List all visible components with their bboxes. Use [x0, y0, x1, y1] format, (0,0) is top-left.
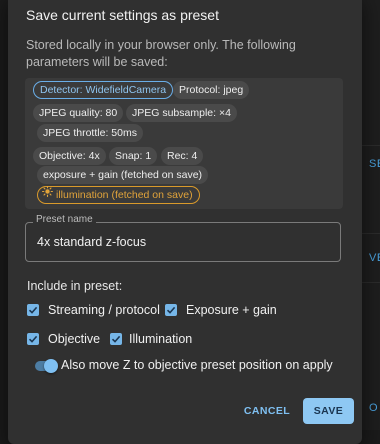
checkbox-exposure-label[interactable]: Exposure + gain: [186, 303, 277, 317]
checkbox-illumination-label[interactable]: Illumination: [129, 332, 192, 346]
checkbox-exposure[interactable]: [165, 304, 177, 316]
save-button[interactable]: SAVE: [303, 398, 354, 424]
cancel-button[interactable]: CANCEL: [243, 399, 291, 423]
chip-detector: Detector: WidefieldCamera: [33, 81, 174, 99]
checkbox-checked-icon: [28, 335, 38, 343]
move-z-toggle-thumb[interactable]: [44, 359, 58, 373]
chip-protocol: Protocol: jpeg: [173, 81, 250, 99]
dialog-info-text: Stored locally in your browser only. The…: [26, 38, 296, 69]
background-label-1: SE: [369, 158, 380, 170]
preset-name-label: Preset name: [33, 214, 96, 225]
move-z-toggle-label[interactable]: Also move Z to objective preset position…: [61, 358, 333, 372]
checkbox-objective[interactable]: [27, 333, 39, 345]
chip-jpeg-quality: JPEG quality: 80: [33, 104, 124, 122]
background-label-2: VE C: [369, 252, 380, 264]
chip-illumination: illumination (fetched on save): [37, 186, 200, 204]
background-divider: [362, 145, 380, 146]
sun-icon: [42, 186, 53, 202]
include-in-preset-label: Include in preset:: [27, 279, 123, 293]
chip-exposure-gain: exposure + gain (fetched on save): [37, 166, 209, 184]
checkbox-streaming-label[interactable]: Streaming / protocol: [48, 303, 160, 317]
background-divider: [362, 233, 380, 234]
dialog-title: Save current settings as preset: [26, 7, 219, 23]
chip-objective: Objective: 4x: [33, 147, 106, 165]
checkbox-checked-icon: [28, 306, 38, 314]
preset-name-value[interactable]: 4x standard z-focus: [37, 235, 146, 249]
checkbox-illumination[interactable]: [110, 333, 122, 345]
background-divider: [362, 282, 380, 283]
checkbox-streaming[interactable]: [27, 304, 39, 316]
chip-jpeg-throttle: JPEG throttle: 50ms: [37, 124, 143, 142]
background-app-panel: [362, 0, 380, 430]
chip-snap: Snap: 1: [109, 147, 158, 165]
chip-jpeg-subsample: JPEG subsample: ×4: [126, 104, 237, 122]
chip-illumination-label: illumination (fetched on save): [56, 189, 193, 201]
checkbox-objective-label[interactable]: Objective: [48, 332, 100, 346]
chip-rec: Rec: 4: [161, 147, 204, 165]
checkbox-checked-icon: [111, 335, 121, 343]
checkbox-checked-icon: [166, 306, 176, 314]
background-label-3: O F: [369, 402, 380, 414]
